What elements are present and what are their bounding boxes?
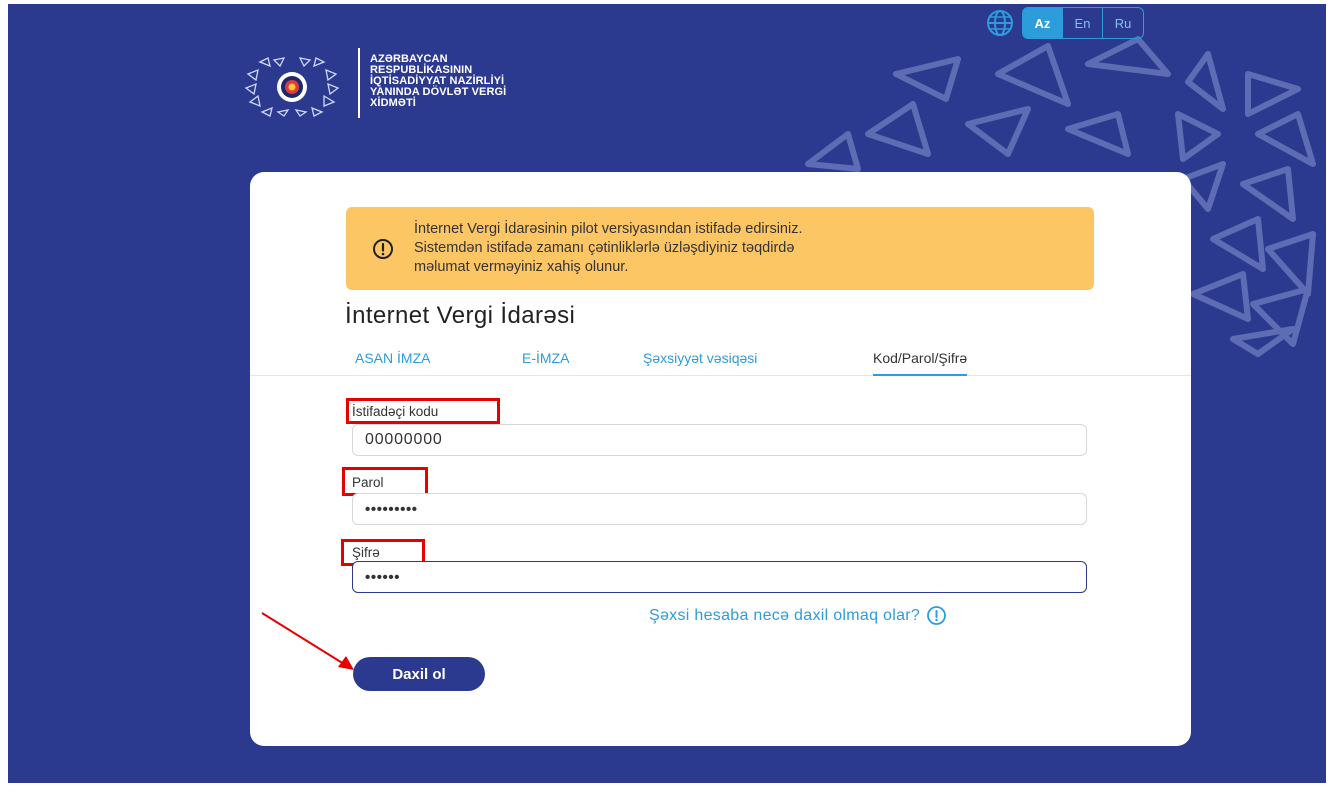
exclamation-circle-icon	[373, 238, 393, 259]
language-en-button[interactable]: En	[1063, 8, 1103, 38]
logo-divider	[358, 48, 360, 118]
login-method-tabs: ASAN İMZA E-İMZA Şəxsiyyət vəsiqəsi Kod/…	[250, 350, 1191, 376]
pin-input[interactable]: ••••••	[352, 561, 1087, 593]
globe-icon[interactable]	[986, 9, 1014, 37]
warning-line: məlumat verməyiniz xahiş olunur.	[414, 259, 629, 275]
warning-line: İnternet Vergi İdarəsinin pilot versiyas…	[414, 221, 803, 237]
logo-text: AZƏRBAYCAN RESPUBLİKASININ İQTİSADİYYAT …	[370, 54, 610, 109]
help-link[interactable]: Şəxsi hesaba necə daxil olmaq olar?	[649, 605, 947, 626]
user-code-input[interactable]: 00000000	[352, 424, 1087, 456]
annotation-arrow	[261, 612, 354, 670]
tab-id-card[interactable]: Şəxsiyyət vəsiqəsi	[643, 350, 757, 376]
tab-code-password[interactable]: Kod/Parol/Şifrə	[873, 350, 968, 376]
login-card: İnternet Vergi İdarəsinin pilot versiyas…	[250, 172, 1191, 746]
pin-label: Şifrə	[352, 545, 380, 560]
warning-text: İnternet Vergi İdarəsinin pilot versiyas…	[414, 220, 802, 277]
language-switcher: Az En Ru	[986, 7, 1144, 39]
user-code-label: İstifadəçi kodu	[352, 404, 439, 419]
page-background: Az En Ru AZƏRBAYCAN RESPUBLİKASININ İQTİ…	[8, 4, 1326, 783]
language-buttons: Az En Ru	[1022, 7, 1144, 39]
password-label: Parol	[352, 475, 384, 490]
password-input[interactable]: •••••••••	[352, 493, 1087, 525]
language-az-button[interactable]: Az	[1023, 8, 1063, 38]
language-ru-button[interactable]: Ru	[1103, 8, 1143, 38]
tab-asan-imza[interactable]: ASAN İMZA	[355, 350, 430, 376]
logo[interactable]: AZƏRBAYCAN RESPUBLİKASININ İQTİSADİYYAT …	[242, 48, 610, 118]
page-title: İnternet Vergi İdarəsi	[345, 302, 576, 329]
help-link-label: Şəxsi hesaba necə daxil olmaq olar?	[649, 606, 921, 624]
logo-line: XİDMƏTİ	[370, 97, 416, 109]
login-button[interactable]: Daxil ol	[353, 657, 485, 691]
exclamation-circle-icon	[927, 606, 947, 625]
tab-e-imza[interactable]: E-İMZA	[522, 350, 569, 376]
pilot-warning-banner: İnternet Vergi İdarəsinin pilot versiyas…	[346, 207, 1094, 290]
azerbaijan-emblem-icon	[244, 57, 340, 117]
warning-line: Sistemdən istifadə zamanı çətinliklərlə …	[414, 240, 795, 256]
